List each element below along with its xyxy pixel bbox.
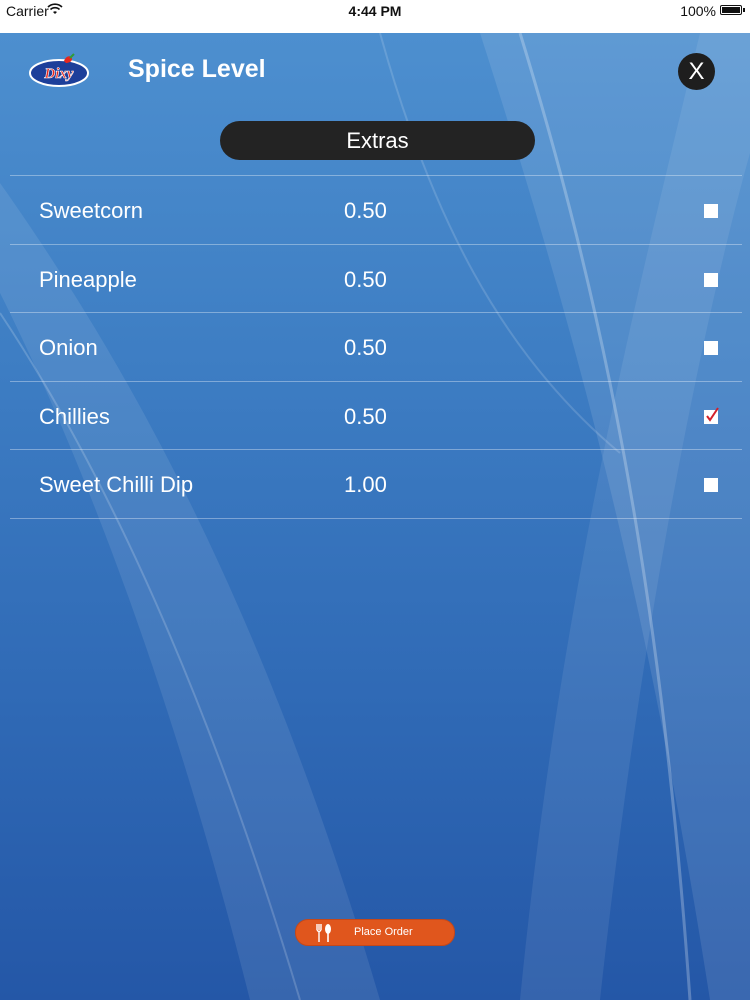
status-time: 4:44 PM bbox=[348, 3, 402, 19]
checkbox-icon[interactable] bbox=[704, 341, 718, 355]
extra-price: 0.50 bbox=[344, 403, 387, 429]
checkbox-icon[interactable] bbox=[704, 272, 718, 287]
close-button[interactable]: X bbox=[678, 53, 715, 90]
checkbox-icon[interactable] bbox=[704, 478, 718, 492]
extra-name: Onion bbox=[39, 335, 98, 360]
cutlery-icon bbox=[316, 924, 331, 942]
checkbox-icon[interactable] bbox=[704, 204, 718, 218]
list-item[interactable]: Onion 0.50 bbox=[10, 313, 742, 382]
extra-name: Sweetcorn bbox=[39, 198, 143, 223]
check-mark-icon bbox=[706, 406, 719, 422]
extra-price: 0.50 bbox=[344, 266, 387, 292]
list-item[interactable]: Pineapple 0.50 bbox=[10, 245, 742, 313]
extra-name: Pineapple bbox=[39, 266, 137, 292]
battery-icon bbox=[720, 5, 745, 15]
status-bar: Carrier 4:44 PM 100% bbox=[0, 0, 750, 33]
list-item[interactable]: Sweet Chilli Dip 1.00 bbox=[10, 450, 742, 519]
extra-price: 0.50 bbox=[344, 335, 387, 360]
place-order-button[interactable]: Place Order bbox=[295, 919, 455, 946]
extra-price: 0.50 bbox=[344, 198, 387, 223]
extras-list: Sweetcorn 0.50 Pineapple 0.50 Onion 0.50… bbox=[10, 175, 742, 519]
section-header-extras: Extras bbox=[220, 121, 535, 160]
extra-price: 1.00 bbox=[344, 472, 387, 497]
battery-percentage: 100% bbox=[680, 3, 716, 19]
list-item[interactable]: Chillies 0.50 bbox=[10, 382, 742, 450]
dixy-logo: Dixy bbox=[29, 53, 89, 87]
extra-name: Sweet Chilli Dip bbox=[39, 472, 194, 497]
app-screen: Dixy Spice Level X Extras Sweetcorn 0.50… bbox=[0, 33, 750, 1000]
checkbox-icon[interactable] bbox=[704, 406, 719, 424]
page-title: Spice Level bbox=[128, 55, 266, 83]
extra-name: Chillies bbox=[39, 403, 110, 429]
close-icon: X bbox=[688, 58, 705, 85]
list-item[interactable]: Sweetcorn 0.50 bbox=[10, 176, 742, 245]
place-order-label: Place Order bbox=[354, 926, 413, 938]
svg-text:Dixy: Dixy bbox=[43, 66, 74, 82]
